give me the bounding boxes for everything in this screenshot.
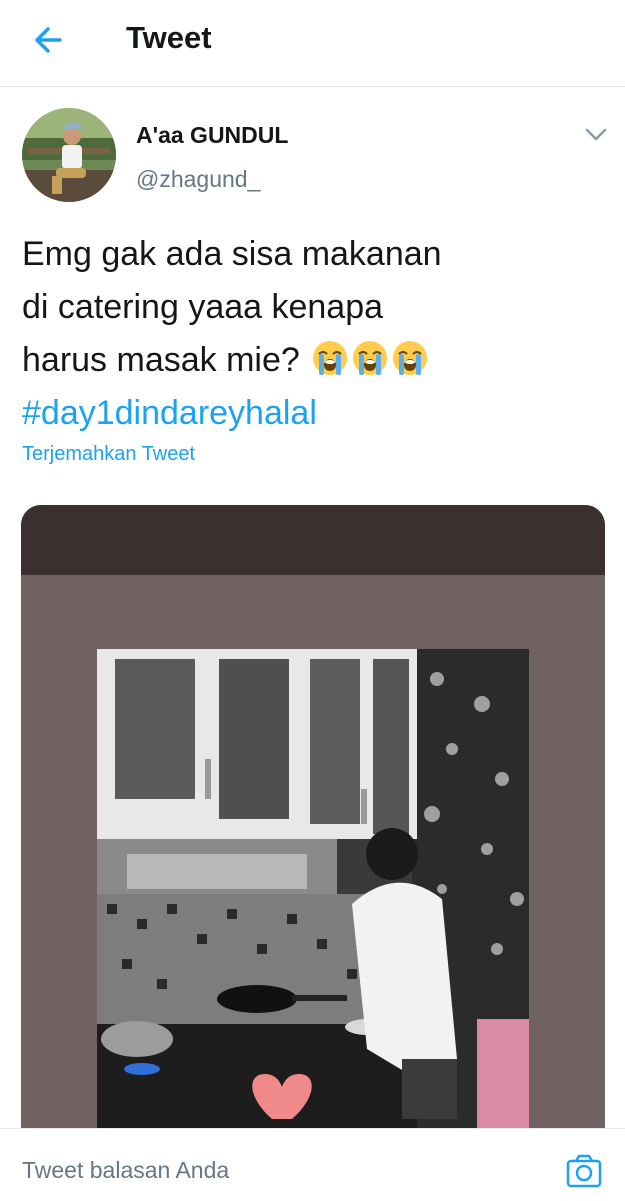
loudly-crying-face-icon [351, 339, 389, 377]
arrow-left-icon [35, 27, 62, 53]
back-button[interactable] [30, 24, 70, 56]
loudly-crying-face-icon [391, 339, 429, 377]
tweet-line: Emg gak ada sisa makanan [22, 235, 442, 273]
hashtag-link[interactable]: #day1dindareyhalal [22, 387, 317, 440]
chevron-down-icon [585, 128, 607, 141]
avatar[interactable] [22, 108, 116, 202]
top-bar: Tweet [0, 0, 625, 87]
tweet-hashtag-line: #day1dindareyhalal [22, 387, 582, 440]
camera-button[interactable] [565, 1153, 603, 1189]
reply-input[interactable]: Tweet balasan Anda [22, 1157, 229, 1184]
media-top-band [21, 505, 605, 575]
avatar-photo [22, 108, 116, 202]
page-title: Tweet [126, 20, 212, 55]
tweet-line-3: harus masak mie? [22, 334, 582, 387]
photo-kitchen-cooking [97, 649, 529, 1130]
tweet-text: Emg gak ada sisa makanan di catering yaa… [22, 228, 582, 440]
tweet-line: di catering yaaa kenapa [22, 288, 384, 326]
tweet-media[interactable] [21, 505, 605, 1130]
author-handle[interactable]: @zhagund_ [136, 166, 260, 193]
camera-icon [566, 1154, 602, 1188]
translate-tweet-link[interactable]: Terjemahkan Tweet [22, 443, 195, 466]
loudly-crying-face-icon [311, 339, 349, 377]
author-name[interactable]: A'aa GUNDUL [136, 122, 288, 149]
tweet-line: harus masak mie? [22, 341, 300, 379]
more-options-button[interactable] [582, 124, 610, 144]
